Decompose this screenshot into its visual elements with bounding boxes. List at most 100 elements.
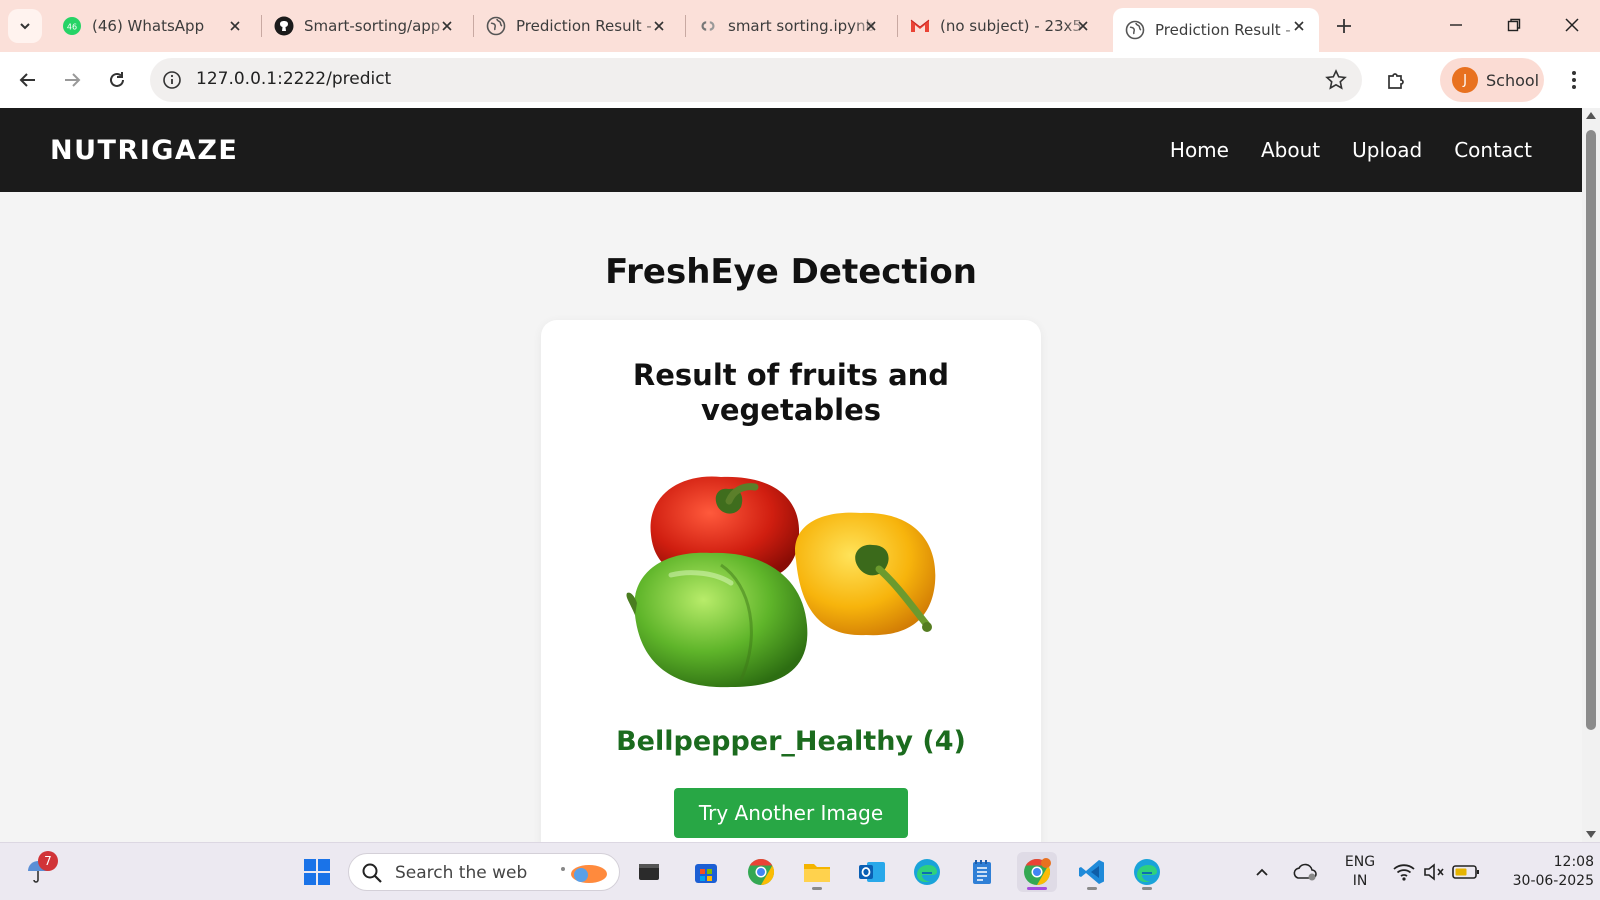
store-icon — [695, 864, 717, 883]
outlook-app[interactable] — [852, 852, 892, 892]
search-highlight-icon — [561, 865, 607, 883]
tab-prediction-result[interactable]: Prediction Result - — [474, 8, 679, 44]
task-view-app[interactable] — [629, 852, 669, 892]
back-button[interactable] — [12, 64, 44, 96]
close-icon[interactable] — [1073, 16, 1093, 36]
github-icon — [274, 16, 294, 36]
close-icon[interactable] — [225, 16, 245, 36]
scroll-up-arrow-icon[interactable] — [1586, 112, 1596, 119]
page-viewport: NUTRIGAZE Home About Upload Contact Fres… — [0, 108, 1582, 842]
scroll-down-arrow-icon[interactable] — [1586, 831, 1596, 838]
notepad-icon — [973, 860, 991, 884]
vscode-app[interactable] — [1072, 852, 1112, 892]
minimize-icon — [1450, 24, 1462, 26]
nav-link-upload[interactable]: Upload — [1352, 138, 1422, 162]
puzzle-icon — [1388, 73, 1404, 89]
windows-logo-icon — [304, 859, 330, 885]
tab-github[interactable]: Smart-sorting/app — [262, 8, 467, 44]
file-explorer-app[interactable] — [797, 852, 837, 892]
tab-colab-notebook[interactable]: smart sorting.ipynb — [686, 8, 891, 44]
tray-overflow-button[interactable] — [1247, 852, 1277, 892]
extensions-button[interactable] — [1380, 64, 1412, 96]
chrome-icon — [748, 858, 775, 886]
colab-icon — [698, 16, 718, 36]
profile-label: School — [1486, 70, 1540, 90]
clock-time: 12:08 — [1553, 854, 1594, 870]
close-icon[interactable] — [1289, 16, 1309, 36]
whatsapp-icon: 46 — [62, 16, 82, 36]
globe-icon — [1125, 20, 1145, 40]
tab-prediction-result-active[interactable]: Prediction Result - — [1113, 8, 1319, 52]
running-indicator — [1087, 887, 1097, 890]
tab-title: smart sorting.ipynb — [728, 17, 876, 35]
site-brand[interactable]: NUTRIGAZE — [50, 135, 238, 166]
site-navbar: NUTRIGAZE Home About Upload Contact — [0, 108, 1582, 192]
page-scrollbar[interactable] — [1582, 108, 1600, 842]
microsoft-store-app[interactable] — [686, 852, 726, 892]
window-close-button[interactable] — [1550, 8, 1594, 42]
input-language[interactable]: ENG IN — [1340, 853, 1380, 891]
battery-tray[interactable] — [1449, 852, 1483, 892]
scroll-thumb[interactable] — [1586, 130, 1596, 730]
taskbar-search-placeholder: Search the web — [395, 863, 528, 883]
restore-button[interactable] — [1492, 8, 1536, 42]
taskbar-clock[interactable]: 12:08 30-06-2025 — [1490, 853, 1594, 891]
nav-link-home[interactable]: Home — [1170, 138, 1229, 162]
tab-gmail[interactable]: (no subject) - 23x5 — [898, 8, 1103, 44]
try-another-image-button[interactable]: Try Another Image — [674, 788, 908, 838]
volume-tray[interactable] — [1419, 852, 1449, 892]
browser-toolbar: 127.0.0.1:2222/predict J School — [0, 52, 1600, 108]
gmail-icon — [910, 16, 930, 36]
site-info-icon[interactable] — [160, 68, 184, 92]
task-view-icon — [639, 864, 659, 880]
bell-peppers-image — [626, 476, 936, 688]
avatar: J — [1452, 67, 1478, 93]
address-bar[interactable]: 127.0.0.1:2222/predict — [150, 58, 1362, 102]
running-indicator — [1027, 887, 1047, 890]
battery-icon — [1452, 865, 1479, 879]
speaker-muted-icon — [1424, 863, 1444, 881]
chrome-profile-app[interactable] — [1017, 852, 1057, 892]
search-icon — [362, 863, 382, 883]
close-icon[interactable] — [649, 16, 669, 36]
site-nav-links: Home About Upload Contact — [1170, 138, 1532, 162]
arrow-left-icon — [19, 73, 35, 87]
tab-search-button[interactable] — [8, 9, 42, 43]
new-tab-button[interactable] — [1330, 12, 1358, 40]
onedrive-tray[interactable] — [1288, 852, 1322, 892]
reload-button[interactable] — [101, 64, 133, 96]
close-icon[interactable] — [861, 16, 881, 36]
vscode-icon — [1079, 860, 1104, 884]
start-button[interactable] — [297, 852, 337, 892]
edge-dev-app[interactable] — [1127, 852, 1167, 892]
minimize-button[interactable] — [1434, 8, 1478, 42]
cloud-icon — [1293, 863, 1317, 881]
page-title: FreshEye Detection — [605, 252, 977, 292]
bookmark-star-icon[interactable] — [1324, 68, 1348, 92]
forward-button[interactable] — [56, 64, 88, 96]
address-url[interactable]: 127.0.0.1:2222/predict — [196, 69, 391, 89]
close-icon — [1565, 18, 1579, 32]
chrome-app[interactable] — [741, 852, 781, 892]
taskbar-search[interactable]: Search the web — [348, 853, 620, 891]
weather-badge: 7 — [38, 851, 58, 871]
network-tray[interactable] — [1389, 852, 1419, 892]
tab-whatsapp[interactable]: 46 (46) WhatsApp — [50, 8, 255, 44]
kebab-menu-icon — [1572, 71, 1576, 89]
nav-link-about[interactable]: About — [1261, 138, 1320, 162]
reload-icon — [110, 72, 124, 87]
folder-icon — [804, 864, 830, 882]
plus-icon — [1337, 19, 1351, 33]
profile-button[interactable]: J School — [1440, 58, 1544, 102]
edge-app[interactable] — [907, 852, 947, 892]
language-code: ENG — [1344, 854, 1376, 870]
close-icon[interactable] — [437, 16, 457, 36]
chevron-down-icon — [20, 23, 30, 30]
notepad-app[interactable] — [962, 852, 1002, 892]
browser-menu-button[interactable] — [1558, 64, 1590, 96]
region-code: IN — [1352, 873, 1368, 889]
running-indicator — [812, 887, 822, 890]
svg-text:46: 46 — [67, 23, 77, 32]
chrome-icon — [1024, 858, 1051, 886]
nav-link-contact[interactable]: Contact — [1454, 138, 1532, 162]
